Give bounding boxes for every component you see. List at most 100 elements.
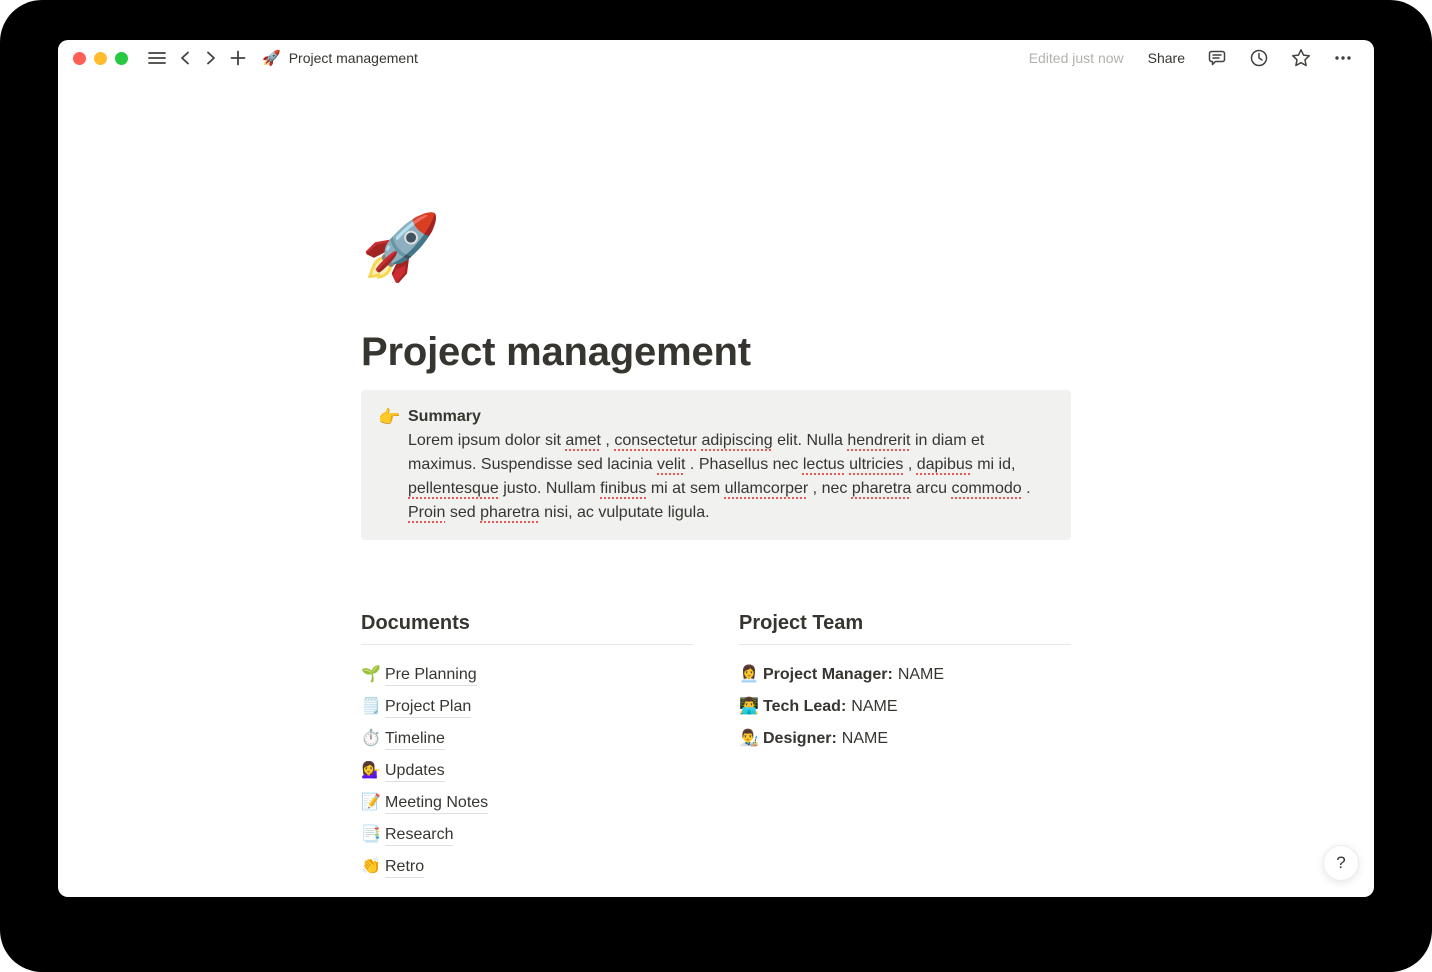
- document-emoji-icon: 🗒️: [361, 696, 385, 718]
- document-page-link[interactable]: 📝 Meeting Notes: [361, 787, 693, 819]
- star-icon: [1291, 48, 1311, 68]
- summary-text-segment: commodo: [951, 480, 1021, 497]
- summary-callout-body: Summary Lorem ipsum dolor sit amet , con…: [408, 405, 1055, 525]
- summary-text-segment: mi at sem: [651, 480, 725, 497]
- breadcrumb-page-title[interactable]: 🚀 Project management: [262, 50, 418, 66]
- comment-bubble-icon: [1207, 48, 1227, 68]
- comments-button[interactable]: [1207, 48, 1227, 68]
- traffic-lights: [73, 52, 128, 65]
- documents-heading: Documents: [361, 611, 693, 645]
- summary-text-segment: ,: [605, 432, 614, 449]
- team-member-row: 👩‍💼 Project Manager: NAME: [739, 659, 1071, 691]
- document-link-label: Retro: [385, 856, 424, 878]
- forward-button[interactable]: [204, 50, 218, 66]
- page-icon-rocket[interactable]: 🚀: [361, 208, 439, 286]
- page-history-button[interactable]: [1249, 48, 1269, 68]
- document-page-link[interactable]: 💁‍♀️ Updates: [361, 755, 693, 787]
- document-page-link[interactable]: 🌱 Pre Planning: [361, 659, 693, 691]
- titlebar: 🚀 Project management Edited just now Sha…: [58, 40, 1374, 76]
- document-emoji-icon: 👏: [361, 856, 385, 878]
- summary-text-segment: Proin: [408, 504, 445, 521]
- document-page-link[interactable]: 📑 Research: [361, 819, 693, 851]
- summary-text-segment: .: [1026, 480, 1030, 497]
- document-emoji-icon: 🌱: [361, 664, 385, 686]
- summary-text-segment: , nec: [813, 480, 852, 497]
- summary-callout: 👉 Summary Lorem ipsum dolor sit amet , c…: [361, 390, 1071, 540]
- summary-text-segment: lectus: [803, 456, 845, 473]
- documents-column: Documents 🌱 Pre Planning 🗒️ Project Plan: [361, 611, 693, 883]
- page-content: 🚀 Project management 👉 Summary Lorem ips…: [361, 76, 1071, 883]
- summary-text-segment: consectetur: [614, 432, 697, 449]
- summary-text-segment: ,: [908, 456, 917, 473]
- document-link-label: Project Plan: [385, 696, 471, 718]
- summary-text-segment: adipiscing: [701, 432, 772, 449]
- team-heading: Project Team: [739, 611, 1071, 645]
- chevron-right-icon: [204, 50, 218, 66]
- page-title: Project management: [361, 328, 1071, 376]
- summary-text-segment: mi id,: [977, 456, 1015, 473]
- document-link-label: Updates: [385, 760, 445, 782]
- summary-text-segment: pharetra: [852, 480, 912, 497]
- help-button[interactable]: ?: [1323, 845, 1359, 881]
- new-page-button[interactable]: [230, 50, 246, 66]
- summary-text-segment: finibus: [600, 480, 646, 497]
- zoom-window-button[interactable]: [115, 52, 128, 65]
- summary-text-segment: nisi, ac vulputate ligula.: [544, 504, 709, 521]
- close-window-button[interactable]: [73, 52, 86, 65]
- more-options-button[interactable]: [1333, 48, 1353, 68]
- summary-text: Lorem ipsum dolor sit amet , consectetur…: [408, 429, 1055, 525]
- titlebar-actions: Edited just now Share: [1029, 46, 1359, 70]
- summary-text-segment: elit. Nulla: [777, 432, 847, 449]
- ellipsis-icon: [1333, 48, 1353, 68]
- team-member-emoji-icon: 👩‍💼: [739, 664, 763, 686]
- breadcrumb-label: Project management: [289, 50, 418, 66]
- summary-heading: Summary: [408, 405, 1055, 429]
- edited-status: Edited just now: [1029, 50, 1124, 66]
- summary-text-segment: pellentesque: [408, 480, 499, 497]
- document-page-link[interactable]: 👏 Retro: [361, 851, 693, 883]
- summary-text-segment: Lorem ipsum dolor sit: [408, 432, 565, 449]
- summary-text-segment: dapibus: [917, 456, 973, 473]
- documents-list: 🌱 Pre Planning 🗒️ Project Plan ⏱️: [361, 659, 693, 883]
- summary-text-segment: justo. Nullam: [503, 480, 600, 497]
- team-member-name: NAME: [842, 730, 888, 748]
- team-member-name: NAME: [851, 698, 897, 716]
- back-button[interactable]: [178, 50, 192, 66]
- team-member-row: 👨‍💻 Tech Lead: NAME: [739, 691, 1071, 723]
- chevron-left-icon: [178, 50, 192, 66]
- hamburger-menu-icon: [148, 51, 166, 65]
- team-member-emoji-icon: 👨‍🎨: [739, 728, 763, 750]
- sidebar-menu-button[interactable]: [148, 51, 166, 65]
- team-member-role: Tech Lead:: [763, 698, 846, 716]
- document-page-link[interactable]: ⏱️ Timeline: [361, 723, 693, 755]
- app-window: 🚀 Project management Edited just now Sha…: [58, 40, 1374, 897]
- page-emoji-icon: 🚀: [262, 51, 281, 66]
- team-member-name: NAME: [898, 666, 944, 684]
- minimize-window-button[interactable]: [94, 52, 107, 65]
- team-column: Project Team 👩‍💼 Project Manager: NAME 👨: [739, 611, 1071, 883]
- plus-icon: [230, 50, 246, 66]
- document-page-link[interactable]: 🗒️ Project Plan: [361, 691, 693, 723]
- summary-text-segment: amet: [565, 432, 601, 449]
- team-member-role: Project Manager:: [763, 666, 893, 684]
- summary-text-segment: velit: [657, 456, 685, 473]
- favorite-button[interactable]: [1291, 48, 1311, 68]
- team-member-emoji-icon: 👨‍💻: [739, 696, 763, 718]
- question-mark-icon: ?: [1336, 853, 1345, 873]
- document-emoji-icon: 📝: [361, 792, 385, 814]
- pointing-right-icon: 👉: [378, 405, 408, 429]
- document-link-label: Research: [385, 824, 453, 846]
- document-emoji-icon: 📑: [361, 824, 385, 846]
- team-member-row: 👨‍🎨 Designer: NAME: [739, 723, 1071, 755]
- document-link-label: Timeline: [385, 728, 445, 750]
- summary-text-segment: sed: [450, 504, 480, 521]
- summary-text-segment: . Phasellus nec: [690, 456, 803, 473]
- summary-text-segment: ultricies: [849, 456, 903, 473]
- share-button[interactable]: Share: [1142, 46, 1191, 70]
- summary-text-segment: arcu: [916, 480, 952, 497]
- summary-text-segment: ullamcorper: [725, 480, 809, 497]
- team-member-role: Designer:: [763, 730, 837, 748]
- clock-icon: [1249, 48, 1269, 68]
- document-link-label: Meeting Notes: [385, 792, 488, 814]
- document-emoji-icon: ⏱️: [361, 728, 385, 750]
